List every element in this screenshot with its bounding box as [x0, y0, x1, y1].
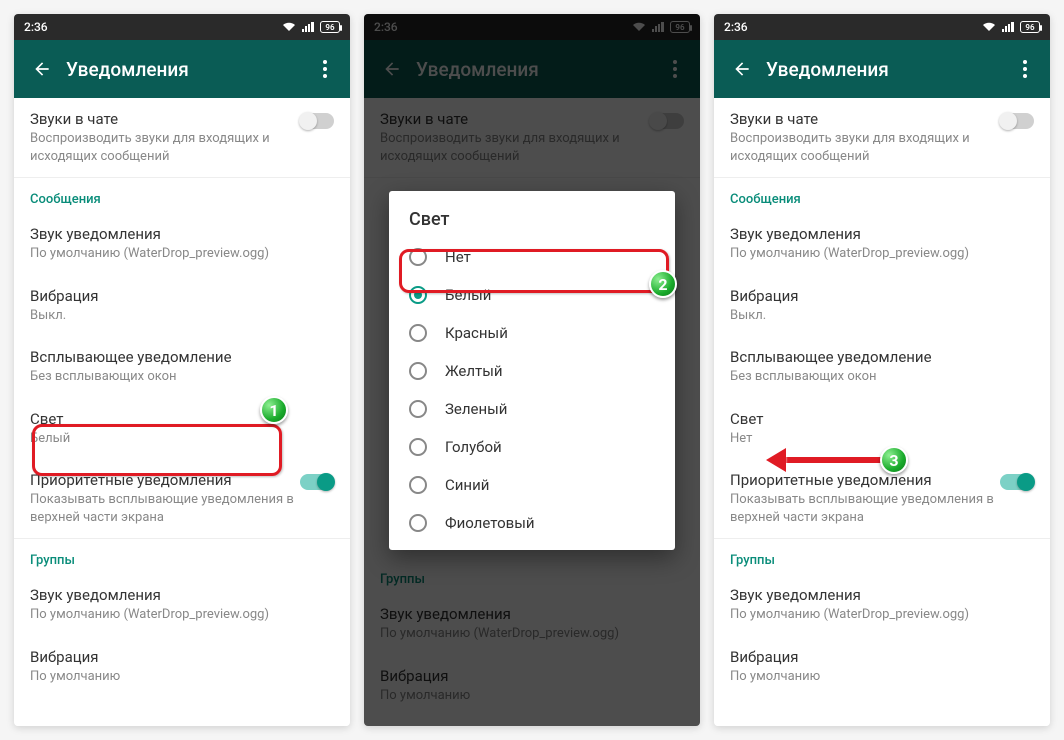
battery-indicator: 96	[320, 21, 340, 33]
vibration-row[interactable]: Вибрация Выкл.	[714, 275, 1050, 337]
chat-sounds-switch[interactable]	[300, 113, 334, 129]
light-option-label: Нет	[445, 248, 471, 266]
page-title: Уведомления	[60, 58, 310, 81]
radio-icon	[409, 362, 427, 380]
overflow-menu-button[interactable]	[310, 60, 340, 78]
vibration-row[interactable]: Вибрация Выкл.	[14, 275, 350, 337]
popup-row[interactable]: Всплывающее уведомление Без всплывающих …	[714, 336, 1050, 398]
app-bar: Уведомления	[714, 40, 1050, 98]
wifi-icon	[982, 22, 996, 32]
light-dialog: Свет Нет Белый Красный Желтый Зеленый Голубой…	[389, 191, 675, 550]
status-time: 2:36	[24, 20, 48, 34]
group-sound-row[interactable]: Звук уведомления По умолчанию (WaterDrop…	[14, 574, 350, 636]
chat-sounds-title: Звуки в чате	[30, 110, 300, 128]
messages-section-label: Сообщения	[14, 178, 350, 213]
light-option-label: Зеленый	[445, 400, 507, 418]
popup-row[interactable]: Всплывающее уведомление Без всплывающих …	[14, 336, 350, 398]
notification-sound-row[interactable]: Звук уведомления По умолчанию (WaterDrop…	[14, 213, 350, 275]
radio-icon	[409, 514, 427, 532]
status-bar: 2:36 96	[714, 14, 1050, 40]
back-button[interactable]	[724, 59, 760, 79]
radio-icon	[409, 248, 427, 266]
radio-icon	[409, 324, 427, 342]
light-option-label: Синий	[445, 476, 489, 494]
radio-icon	[409, 476, 427, 494]
dialog-title: Свет	[389, 209, 675, 238]
status-time: 2:36	[724, 20, 748, 34]
light-option[interactable]: Синий	[389, 466, 675, 504]
battery-indicator: 96	[1020, 21, 1040, 33]
light-option[interactable]: Красный	[389, 314, 675, 352]
light-option-label: Фиолетовый	[445, 514, 535, 532]
dialog-overlay[interactable]: Свет Нет Белый Красный Желтый Зеленый Голубой…	[364, 14, 700, 726]
group-vibration-row[interactable]: Вибрация По умолчанию	[714, 636, 1050, 698]
wifi-icon	[282, 22, 296, 32]
notification-sound-row[interactable]: Звук уведомления По умолчанию (WaterDrop…	[714, 213, 1050, 275]
light-option[interactable]: Нет	[389, 238, 675, 276]
light-row[interactable]: Свет Белый	[14, 398, 350, 460]
signal-icon	[302, 22, 314, 32]
light-option[interactable]: Голубой	[389, 428, 675, 466]
page-title: Уведомления	[760, 58, 1010, 81]
overflow-menu-button[interactable]	[1010, 60, 1040, 78]
light-option[interactable]: Белый	[389, 276, 675, 314]
light-option[interactable]: Желтый	[389, 352, 675, 390]
radio-icon	[409, 438, 427, 456]
light-option[interactable]: Зеленый	[389, 390, 675, 428]
priority-switch[interactable]	[300, 474, 334, 490]
back-button[interactable]	[24, 59, 60, 79]
priority-row[interactable]: Приоритетные уведомления Показывать вспл…	[714, 459, 1050, 538]
signal-icon	[1002, 22, 1014, 32]
groups-section-label: Группы	[14, 539, 350, 574]
screen-3: 2:36 96 Уведомления Звуки в чате Воспрои…	[714, 14, 1050, 726]
light-row[interactable]: Свет Нет	[714, 398, 1050, 460]
chat-sounds-row[interactable]: Звуки в чате Воспроизводить звуки для вх…	[14, 98, 350, 177]
status-bar: 2:36 96	[14, 14, 350, 40]
light-option-label: Красный	[445, 324, 508, 342]
radio-icon	[409, 286, 427, 304]
light-option-label: Белый	[445, 286, 491, 304]
screen-1: 2:36 96 Уведомления Звуки в чате Воспрои…	[14, 14, 350, 726]
screen-2: 2:36 96 Уведомления Звуки в чате Воспрои…	[364, 14, 700, 726]
priority-row[interactable]: Приоритетные уведомления Показывать вспл…	[14, 459, 350, 538]
chat-sounds-row[interactable]: Звуки в чате Воспроизводить звуки для вх…	[714, 98, 1050, 177]
light-option-label: Желтый	[445, 362, 503, 380]
status-icons: 96	[282, 21, 340, 33]
radio-icon	[409, 400, 427, 418]
chat-sounds-sub: Воспроизводить звуки для входящих и исхо…	[30, 130, 300, 165]
settings-list: Звуки в чате Воспроизводить звуки для вх…	[14, 98, 350, 726]
dialog-options: Нет Белый Красный Желтый Зеленый Голубой Синий…	[389, 238, 675, 542]
settings-list: Звуки в чате Воспроизводить звуки для вх…	[714, 98, 1050, 726]
group-sound-row[interactable]: Звук уведомления По умолчанию (WaterDrop…	[714, 574, 1050, 636]
priority-switch[interactable]	[1000, 474, 1034, 490]
chat-sounds-switch[interactable]	[1000, 113, 1034, 129]
light-option-label: Голубой	[445, 438, 502, 456]
light-option[interactable]: Фиолетовый	[389, 504, 675, 542]
group-vibration-row[interactable]: Вибрация По умолчанию	[14, 636, 350, 698]
app-bar: Уведомления	[14, 40, 350, 98]
